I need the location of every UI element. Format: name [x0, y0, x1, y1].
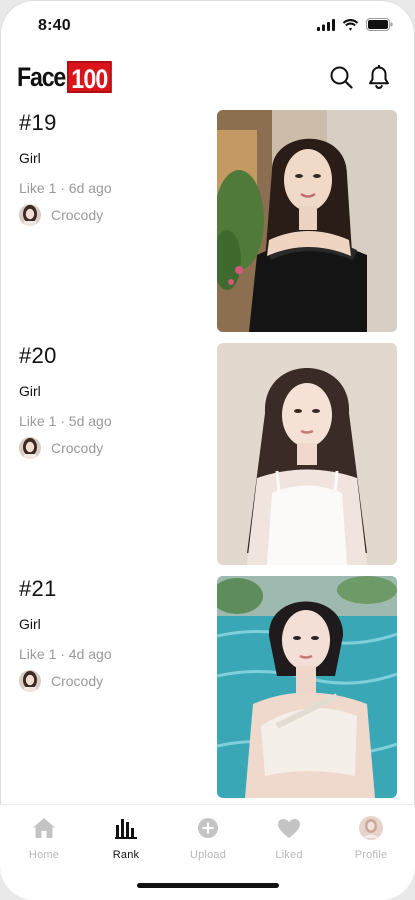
tab-home[interactable]: Home — [9, 815, 79, 861]
category-label: Girl — [19, 150, 41, 166]
card-info: #20 Girl Like 1 · 5d ago Crocody — [19, 341, 209, 459]
likes-and-time: Like 1 · 5d ago — [19, 413, 112, 429]
avatar — [358, 815, 384, 841]
tab-label: Upload — [189, 849, 227, 861]
photo-thumbnail[interactable] — [217, 343, 397, 565]
rank-number: #20 — [19, 343, 57, 368]
bell-icon — [369, 64, 389, 89]
rank-card[interactable]: #20 Girl Like 1 · 5d ago Crocody — [0, 341, 415, 565]
battery-icon — [366, 18, 393, 36]
category-label: Girl — [19, 383, 41, 399]
wifi-icon — [342, 18, 359, 36]
uploader[interactable]: Crocody — [19, 670, 209, 692]
tab-rank[interactable]: Rank — [91, 815, 161, 861]
status-bar: 8:40 — [0, 0, 415, 52]
photo-thumbnail[interactable] — [217, 110, 397, 332]
photo-thumbnail[interactable] — [217, 576, 397, 798]
uploader-name: Crocody — [51, 673, 104, 689]
rank-icon — [113, 815, 139, 841]
home-icon — [31, 815, 57, 841]
tab-label: Liked — [275, 849, 303, 861]
uploader-name: Crocody — [51, 440, 104, 456]
avatar — [19, 670, 41, 692]
likes-and-time: Like 1 · 4d ago — [19, 646, 112, 662]
rank-card[interactable]: #19 Girl Like 1 · 6d ago Crocody — [0, 108, 415, 332]
rank-card[interactable]: #21 Girl Like 1 · 4d ago Crocody — [0, 574, 415, 798]
tab-profile[interactable]: Profile — [336, 815, 406, 861]
status-time: 8:40 — [38, 17, 71, 34]
avatar — [19, 437, 41, 459]
rank-number: #21 — [19, 576, 57, 601]
search-button[interactable] — [329, 64, 353, 90]
tab-label: Profile — [354, 849, 388, 861]
tab-liked[interactable]: Liked — [254, 815, 324, 861]
app-header: Face 100 — [0, 56, 415, 100]
card-info: #19 Girl Like 1 · 6d ago Crocody — [19, 108, 209, 226]
notifications-button[interactable] — [367, 64, 391, 90]
card-info: #21 Girl Like 1 · 4d ago Crocody — [19, 574, 209, 692]
logo-number: 100 — [66, 61, 112, 94]
rank-number: #19 — [19, 110, 57, 135]
status-icons — [317, 18, 393, 36]
logo-text: Face — [17, 61, 66, 92]
tab-upload[interactable]: Upload — [173, 815, 243, 861]
search-icon — [330, 66, 353, 89]
category-label: Girl — [19, 616, 41, 632]
header-actions — [329, 64, 391, 90]
phone-screen: 8:40 Face 100 #19 Girl Like 1 · 6d ago C… — [0, 0, 415, 900]
uploader[interactable]: Crocody — [19, 437, 209, 459]
uploader-name: Crocody — [51, 207, 104, 223]
signal-icon — [317, 18, 335, 36]
heart-icon — [276, 815, 302, 841]
uploader[interactable]: Crocody — [19, 204, 209, 226]
likes-and-time: Like 1 · 6d ago — [19, 180, 112, 196]
tab-label: Rank — [112, 849, 140, 861]
tab-label: Home — [28, 849, 60, 861]
upload-icon — [195, 815, 221, 841]
home-indicator — [137, 883, 279, 888]
avatar — [19, 204, 41, 226]
app-logo: Face 100 — [17, 60, 119, 94]
